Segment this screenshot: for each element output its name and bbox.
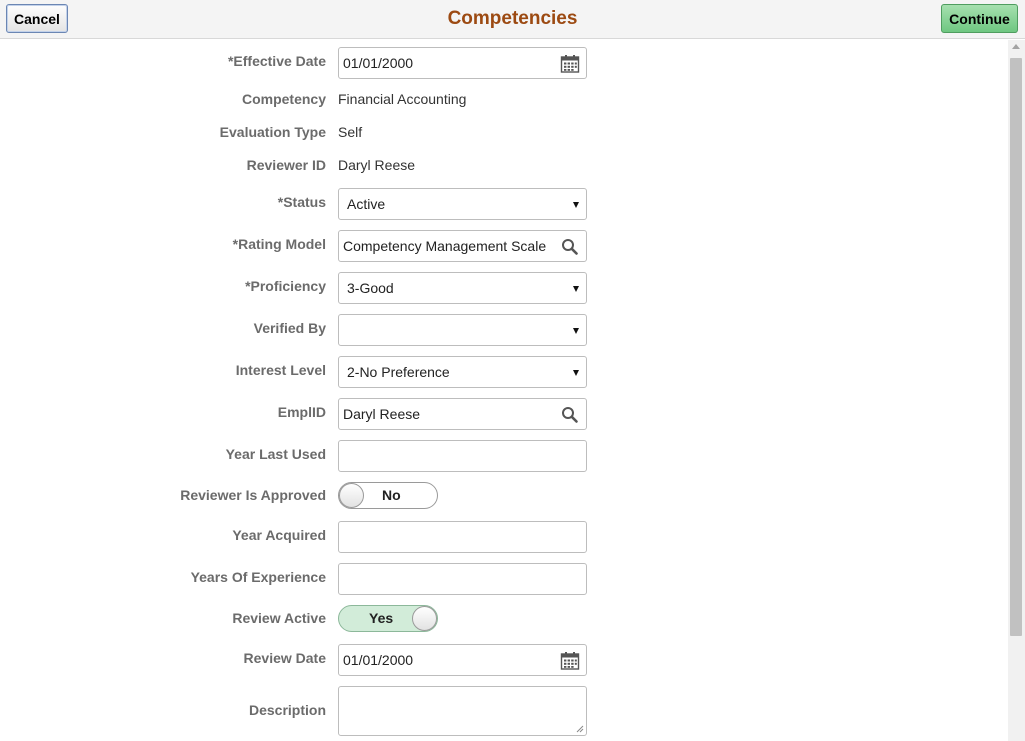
vertical-scrollbar[interactable] <box>1008 40 1025 741</box>
proficiency-select[interactable]: 3-Good <box>338 272 587 304</box>
verified-by-label: Verified By <box>253 320 326 336</box>
evaluation-type-label: Evaluation Type <box>219 124 326 140</box>
competency-label: Competency <box>241 91 326 107</box>
page-header: Cancel Competencies Continue <box>0 0 1025 39</box>
rating-model-value: Competency Management Scale <box>343 238 547 254</box>
effective-date-value: 01/01/2000 <box>343 55 414 71</box>
effective-date-label: *Effective Date <box>227 53 326 69</box>
toggle-knob <box>339 483 364 508</box>
chevron-down-icon <box>573 370 579 376</box>
years-of-experience-input[interactable] <box>338 563 587 595</box>
chevron-down-icon <box>573 202 579 208</box>
review-date-value: 01/01/2000 <box>343 652 414 668</box>
competency-value: Financial Accounting <box>338 91 467 107</box>
status-label: *Status <box>277 194 326 210</box>
status-value: Active <box>347 196 386 212</box>
calendar-icon[interactable] <box>560 54 580 74</box>
review-active-toggle[interactable]: Yes <box>338 605 438 632</box>
reviewer-id-label: Reviewer ID <box>246 157 326 173</box>
chevron-down-icon <box>573 328 579 334</box>
emplid-field[interactable]: Daryl Reese <box>338 398 587 430</box>
status-select[interactable]: Active <box>338 188 587 220</box>
rating-model-label: *Rating Model <box>232 236 326 252</box>
search-icon[interactable] <box>560 405 580 425</box>
years-of-experience-label: Years Of Experience <box>190 569 326 585</box>
proficiency-label: *Proficiency <box>245 278 326 294</box>
interest-level-label: Interest Level <box>235 362 326 378</box>
description-textarea[interactable] <box>338 686 587 736</box>
chevron-down-icon <box>573 286 579 292</box>
reviewer-id-value: Daryl Reese <box>338 157 416 173</box>
toggle-state-label: No <box>382 487 401 503</box>
calendar-icon[interactable] <box>560 651 580 671</box>
reviewer-is-approved-toggle[interactable]: No <box>338 482 438 509</box>
rating-model-field[interactable]: Competency Management Scale <box>338 230 587 262</box>
reviewer-is-approved-label: Reviewer Is Approved <box>180 487 326 503</box>
review-date-field[interactable]: 01/01/2000 <box>338 644 587 676</box>
year-acquired-input[interactable] <box>338 521 587 553</box>
year-last-used-input[interactable] <box>338 440 587 472</box>
proficiency-value: 3-Good <box>347 280 394 296</box>
search-icon[interactable] <box>560 237 580 257</box>
interest-level-value: 2-No Preference <box>347 364 450 380</box>
scroll-thumb[interactable] <box>1010 58 1022 636</box>
verified-by-select[interactable] <box>338 314 587 346</box>
interest-level-select[interactable]: 2-No Preference <box>338 356 587 388</box>
resize-grip-icon[interactable] <box>576 725 584 733</box>
emplid-value: Daryl Reese <box>343 406 421 422</box>
emplid-label: EmplID <box>277 404 326 420</box>
toggle-knob <box>412 606 437 631</box>
review-active-label: Review Active <box>232 610 326 626</box>
year-acquired-label: Year Acquired <box>232 527 326 543</box>
description-label: Description <box>248 702 326 718</box>
year-last-used-label: Year Last Used <box>225 446 326 462</box>
review-date-label: Review Date <box>243 650 326 666</box>
page-title: Competencies <box>447 8 578 29</box>
evaluation-type-value: Self <box>338 124 363 140</box>
toggle-state-label: Yes <box>369 610 394 626</box>
continue-button[interactable]: Continue <box>941 4 1018 33</box>
scroll-up-arrow-icon[interactable] <box>1012 44 1020 49</box>
effective-date-field[interactable]: 01/01/2000 <box>338 47 587 79</box>
